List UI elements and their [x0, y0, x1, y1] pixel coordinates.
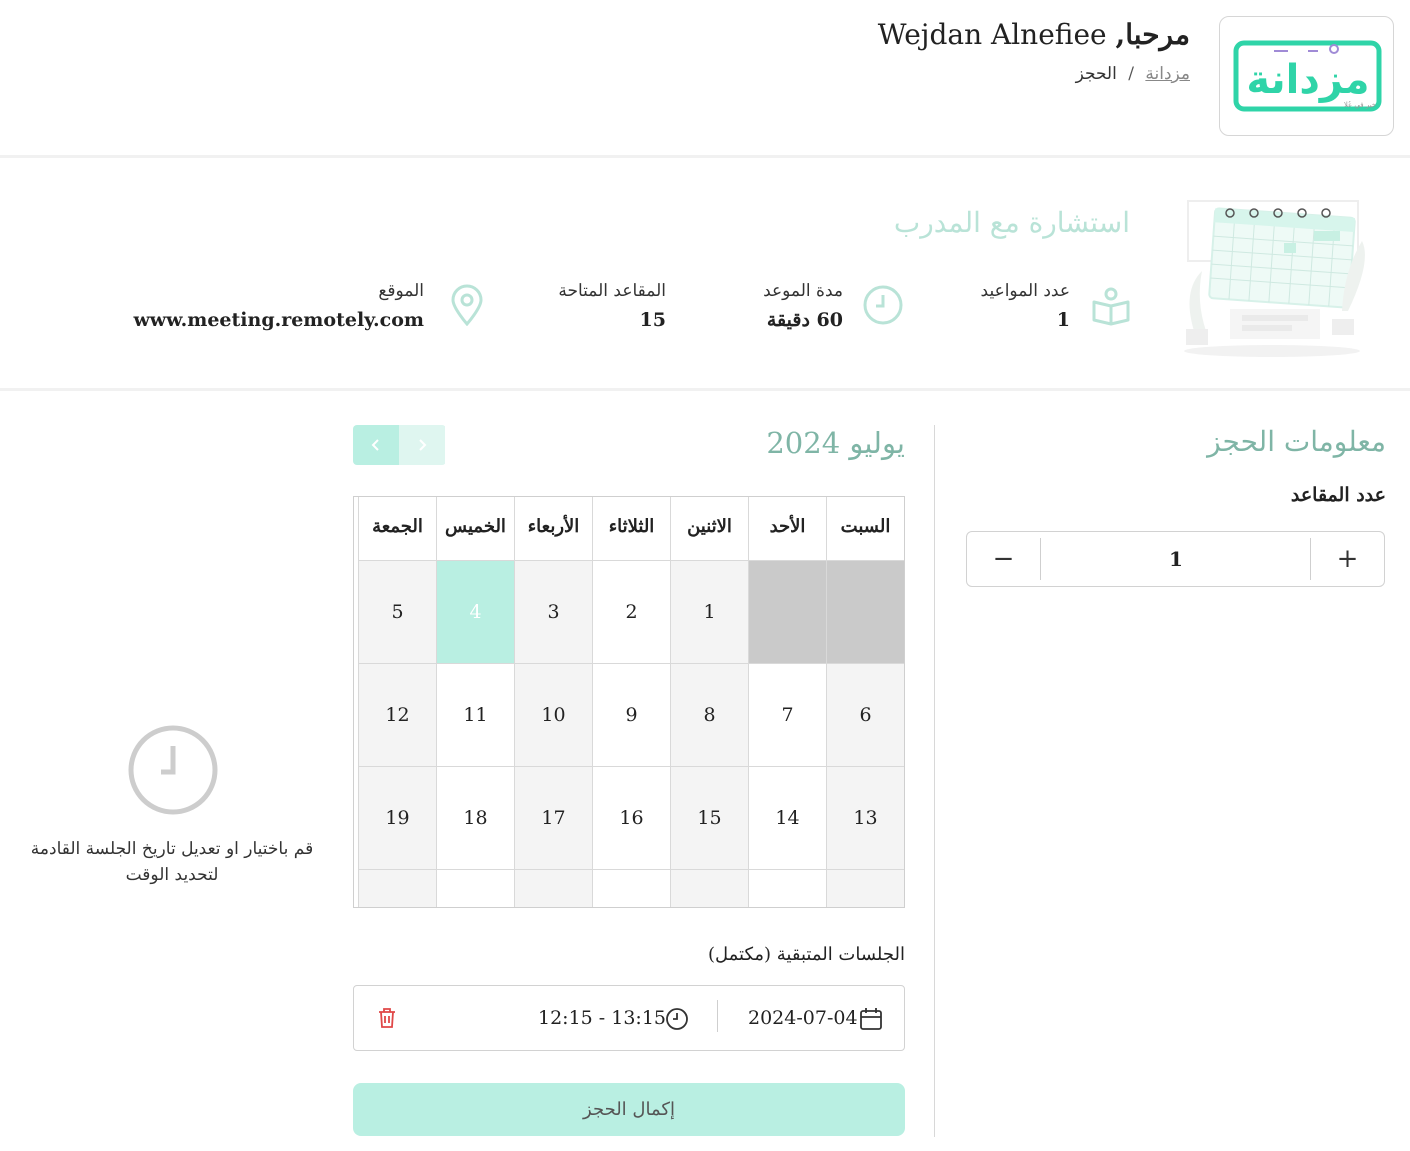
stat-seats: المقاعد المتاحة 15	[558, 281, 666, 331]
stat-duration-value: 60 دقيقة	[766, 309, 843, 331]
calendar-month-label: يوليو 2024	[766, 426, 905, 460]
seats-decrement-button[interactable]: −	[967, 538, 1041, 580]
booking-info-title: معلومات الحجز	[1207, 425, 1386, 458]
calendar-day-cell[interactable]: 10	[514, 663, 592, 766]
stat-seats-value: 15	[639, 309, 666, 331]
weekday-header: الأربعاء	[514, 497, 592, 560]
calendar-day-cell[interactable]: 6	[826, 663, 904, 766]
stat-duration-label: مدة الموعد	[763, 281, 843, 301]
weekday-header: الثلاثاء	[592, 497, 670, 560]
calendar-day-cell[interactable]: 5	[358, 560, 436, 663]
service-info-section: استشارة مع المدرب عدد المواعيد 1 مدة الم…	[0, 161, 1410, 391]
weekday-header: الأحد	[748, 497, 826, 560]
stat-location-value: www.meeting.remotely.com	[133, 309, 424, 331]
seats-stepper: − 1 +	[966, 531, 1385, 587]
weekday-header: الاثنين	[670, 497, 748, 560]
greeting: مرحبا, Wejdan Alnefiee	[878, 18, 1190, 51]
calendar-empty-cell	[670, 869, 748, 907]
user-name: Wejdan Alnefiee	[877, 18, 1107, 51]
calendar-day-cell[interactable]: 13	[826, 766, 904, 869]
calendar-day-cell[interactable]: 14	[748, 766, 826, 869]
seats-quantity-value[interactable]: 1	[1042, 532, 1310, 586]
greeting-hello: مرحبا,	[1115, 18, 1190, 51]
breadcrumb: مزدانة / الحجز	[1076, 64, 1190, 84]
session-item: 2024-07-04 12:15 - 13:15	[353, 985, 905, 1051]
trash-icon[interactable]	[376, 1007, 398, 1029]
calendar-empty-cell	[748, 560, 826, 663]
stat-appointments: عدد المواعيد 1	[981, 281, 1070, 331]
service-title: استشارة مع المدرب	[893, 206, 1130, 239]
breadcrumb-home-link[interactable]: مزدانة	[1145, 64, 1190, 84]
breadcrumb-current: الحجز	[1075, 64, 1117, 84]
calendar-prev-month-button[interactable]	[353, 425, 399, 465]
calendar-illustration	[1184, 200, 1365, 357]
weekday-header: الخميس	[436, 497, 514, 560]
calendar-day-cell[interactable]: 16	[592, 766, 670, 869]
stat-appointments-value: 1	[1056, 309, 1070, 331]
stat-seats-label: المقاعد المتاحة	[558, 281, 666, 301]
chevron-right-icon	[419, 439, 427, 451]
location-pin-icon	[451, 284, 483, 326]
calendar-icon	[860, 1008, 882, 1030]
calendar-day-cell[interactable]: 12	[358, 663, 436, 766]
calendar-empty-cell	[514, 869, 592, 907]
calendar-next-month-button[interactable]	[399, 425, 445, 465]
calendar-day-cell[interactable]: 1	[670, 560, 748, 663]
page-header: مزدانة خير في عُلا مرحبا, Wejdan Alnefie…	[0, 0, 1410, 158]
chevron-left-icon	[371, 439, 379, 451]
calendar-day-cell[interactable]: 4	[436, 560, 514, 663]
book-icon	[1092, 287, 1130, 326]
calendar-day-cell[interactable]: 18	[436, 766, 514, 869]
stat-location-label: الموقع	[378, 281, 424, 301]
clock-icon	[128, 725, 218, 815]
stat-location: الموقع www.meeting.remotely.com	[133, 281, 424, 331]
column-divider	[934, 425, 935, 1137]
session-time: 12:15 - 13:15	[538, 1007, 667, 1029]
session-date: 2024-07-04	[748, 1007, 858, 1029]
breadcrumb-separator: /	[1128, 64, 1134, 84]
time-selection-hint: قم باختيار او تعديل تاريخ الجلسة القادمة…	[30, 839, 314, 885]
calendar-day-cell[interactable]: 11	[436, 663, 514, 766]
seats-increment-button[interactable]: +	[1310, 538, 1384, 580]
weekday-header: السبت	[826, 497, 904, 560]
calendar-empty-cell	[592, 869, 670, 907]
calendar-empty-cell	[748, 869, 826, 907]
calendar-grid: السبت الأحد الاثنين الثلاثاء الأربعاء الخميس ا…	[353, 496, 905, 908]
calendar-day-cell[interactable]: 3	[514, 560, 592, 663]
calendar-empty-cell	[358, 869, 436, 907]
calendar-day-cell[interactable]: 7	[748, 663, 826, 766]
brand-logo[interactable]: مزدانة خير في عُلا	[1219, 16, 1394, 136]
stat-duration: مدة الموعد 60 دقيقة	[763, 281, 843, 331]
calendar-day-cell[interactable]: 17	[514, 766, 592, 869]
calendar-nav	[353, 425, 446, 465]
calendar-day-cell[interactable]: 15	[670, 766, 748, 869]
calendar-day-cell[interactable]: 8	[670, 663, 748, 766]
logo-text: مزدانة	[1246, 57, 1369, 103]
calendar-day-cell[interactable]: 19	[358, 766, 436, 869]
calendar-day-cell[interactable]: 9	[592, 663, 670, 766]
logo-tagline: خير في عُلا	[1344, 100, 1376, 109]
session-divider	[717, 1000, 718, 1032]
calendar-empty-cell	[826, 869, 904, 907]
calendar-empty-cell	[826, 560, 904, 663]
calendar-empty-cell	[436, 869, 514, 907]
clock-icon	[863, 285, 903, 325]
complete-booking-button[interactable]: إكمال الحجز	[353, 1083, 905, 1136]
seats-count-label: عدد المقاعد	[1290, 484, 1386, 506]
weekday-header: الجمعة	[358, 497, 436, 560]
stat-appointments-label: عدد المواعيد	[980, 281, 1070, 301]
remaining-sessions-label: الجلسات المتبقية (مكتمل)	[707, 944, 905, 965]
calendar-day-cell[interactable]: 2	[592, 560, 670, 663]
clock-icon	[666, 1008, 688, 1030]
